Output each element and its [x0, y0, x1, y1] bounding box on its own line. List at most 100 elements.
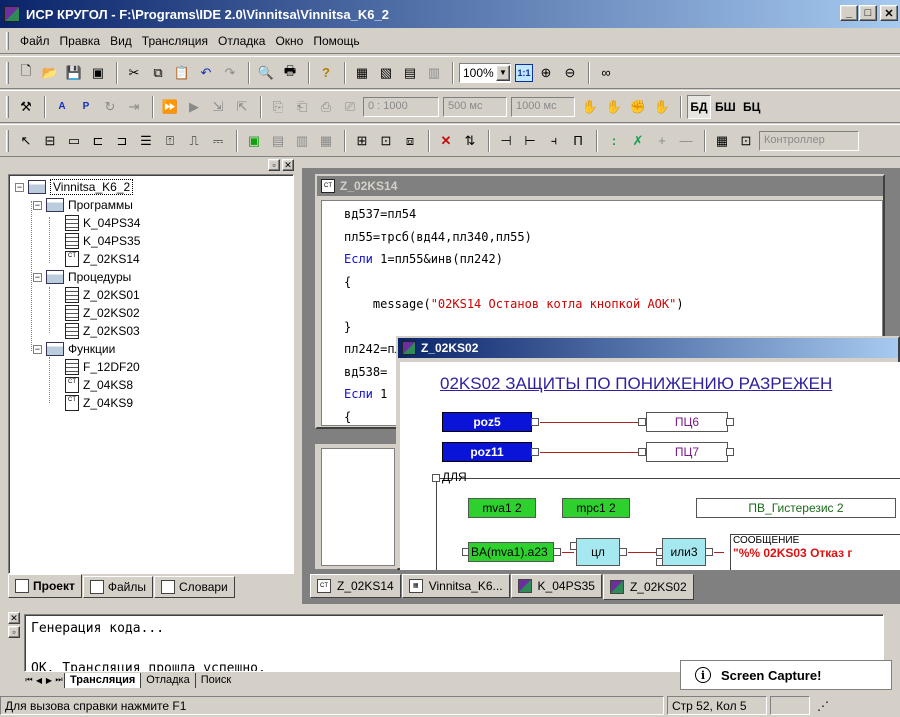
- breakpoint-1-icon[interactable]: ⎘: [267, 96, 289, 118]
- port[interactable]: [638, 448, 646, 456]
- tree-item[interactable]: CT Z_04KS9: [65, 395, 133, 411]
- print-preview-icon[interactable]: 🔍: [255, 62, 277, 84]
- arrow-up-icon[interactable]: ⍐: [159, 130, 181, 152]
- input-block-poz11[interactable]: poz11: [442, 442, 532, 462]
- step-icon[interactable]: ⇥: [123, 96, 145, 118]
- tab-doc-z02ks02[interactable]: Z_02KS02: [602, 574, 694, 600]
- port[interactable]: [531, 448, 539, 456]
- tree-item[interactable]: CT Z_04KS8: [65, 377, 133, 393]
- help-question-icon[interactable]: ?: [315, 62, 337, 84]
- collapse-icon[interactable]: −: [33, 200, 42, 210]
- refresh-icon[interactable]: ↻: [99, 96, 121, 118]
- step-line-2-icon[interactable]: ⎓: [207, 130, 229, 152]
- translate-a-icon[interactable]: A: [51, 96, 73, 118]
- code-window-title[interactable]: CT Z_02KS14: [317, 176, 883, 196]
- toolbar-grip[interactable]: [6, 61, 9, 84]
- chevron-down-icon[interactable]: ▼: [496, 64, 510, 81]
- tree-group-functions[interactable]: − Функции: [33, 341, 115, 357]
- print-icon[interactable]: 🖶: [279, 62, 301, 84]
- tree-group-procedures[interactable]: − Процедуры: [33, 269, 131, 285]
- run-fast-icon[interactable]: ⏩: [159, 96, 181, 118]
- window-tile-icon[interactable]: ▥: [423, 62, 445, 84]
- port[interactable]: [705, 548, 713, 556]
- port[interactable]: [638, 418, 646, 426]
- hammer-icon[interactable]: ⚒: [15, 96, 37, 118]
- block-2-icon[interactable]: ▭: [63, 130, 85, 152]
- message-block[interactable]: СООБЩЕНИЕ "%% 02KS03 Отказ г: [730, 534, 900, 570]
- bit-in-icon[interactable]: ⊣: [495, 130, 517, 152]
- controller-frame-icon[interactable]: ⊡: [735, 130, 757, 152]
- background-window[interactable]: [315, 444, 401, 569]
- hand-grab-icon[interactable]: ✊: [627, 96, 649, 118]
- tree-item[interactable]: Z_02KS02: [65, 305, 140, 321]
- panel-restore-icon[interactable]: ▫: [268, 159, 280, 171]
- hysteresis-block[interactable]: ПВ_Гистерезис 2: [696, 498, 896, 518]
- bd-toggle[interactable]: БД: [687, 94, 711, 119]
- save-all-icon[interactable]: ▣: [87, 62, 109, 84]
- controller-grid-icon[interactable]: ▦: [711, 130, 733, 152]
- close-button[interactable]: ✕: [880, 5, 898, 21]
- period-field-1[interactable]: 500 мс: [443, 96, 507, 117]
- tab-dictionaries[interactable]: Словари: [153, 576, 235, 598]
- delete-icon[interactable]: ✕: [435, 130, 457, 152]
- tab-search[interactable]: Поиск: [194, 672, 236, 688]
- new-file-icon[interactable]: 🗋: [15, 62, 37, 84]
- breakpoint-3-icon[interactable]: ⎙: [315, 96, 337, 118]
- undo-icon[interactable]: ↶: [195, 62, 217, 84]
- copy-icon[interactable]: ⧉: [147, 62, 169, 84]
- diagram-window[interactable]: Z_02KS02 02KS02 ЗАЩИТЫ ПО ПОНИЖЕНИЮ РАЗР…: [396, 336, 900, 570]
- pointer-icon[interactable]: ↖: [15, 130, 37, 152]
- zoom-actual-icon[interactable]: 1:1: [515, 63, 533, 82]
- menu-translation[interactable]: Трансляция: [137, 32, 213, 50]
- tree-item[interactable]: Z_02KS03: [65, 323, 140, 339]
- menu-window[interactable]: Окно: [270, 32, 308, 50]
- cut-icon[interactable]: ✂: [123, 62, 145, 84]
- input-block-poz5[interactable]: poz5: [442, 412, 532, 432]
- hand-stop-icon[interactable]: ✋: [603, 96, 625, 118]
- save-icon[interactable]: 💾: [63, 62, 85, 84]
- maximize-button[interactable]: □: [859, 5, 877, 21]
- bit-out-icon[interactable]: ⊢: [519, 130, 541, 152]
- image-edit-icon[interactable]: ▧: [375, 62, 397, 84]
- port[interactable]: [553, 548, 561, 556]
- step-over-icon[interactable]: ⇱: [231, 96, 253, 118]
- breakpoint-2-icon[interactable]: ⎗: [291, 96, 313, 118]
- op-block-or3[interactable]: или3: [662, 538, 706, 566]
- open-folder-icon[interactable]: 📂: [39, 62, 61, 84]
- breakpoint-4-icon[interactable]: ⎚: [339, 96, 361, 118]
- tab-files[interactable]: Файлы: [82, 576, 153, 598]
- output-block-pc6[interactable]: ПЦ6: [646, 412, 728, 432]
- bsh-toggle[interactable]: БШ: [713, 95, 738, 119]
- controller-field[interactable]: Контроллер: [759, 130, 859, 151]
- tree-item[interactable]: K_04PS34: [65, 215, 140, 231]
- step-into-icon[interactable]: ⇲: [207, 96, 229, 118]
- image-icon[interactable]: ⧈: [399, 130, 421, 152]
- green-block-mpc1[interactable]: mpc1 2: [562, 498, 630, 518]
- port[interactable]: [726, 448, 734, 456]
- tree-item[interactable]: K_04PS35: [65, 233, 140, 249]
- align-icon[interactable]: ⇅: [459, 130, 481, 152]
- cross-delete-icon[interactable]: ✗: [627, 130, 649, 152]
- menu-edit[interactable]: Правка: [55, 32, 106, 50]
- block-dis-2-icon[interactable]: ▥: [291, 130, 313, 152]
- tree-group-programs[interactable]: − Программы: [33, 197, 133, 213]
- port[interactable]: [619, 548, 627, 556]
- collapse-icon[interactable]: −: [33, 272, 42, 282]
- paste-icon[interactable]: 📋: [171, 62, 193, 84]
- tree-item[interactable]: F_12DF20: [65, 359, 140, 375]
- hand-pan-icon[interactable]: ✋: [651, 96, 673, 118]
- frame-icon[interactable]: ⊡: [375, 130, 397, 152]
- port[interactable]: [726, 418, 734, 426]
- hand-icon[interactable]: ✋: [579, 96, 601, 118]
- bit-2-icon[interactable]: ⫞: [543, 130, 565, 152]
- diagram-canvas[interactable]: 02KS02 ЗАЩИТЫ ПО ПОНИЖЕНИЮ РАЗРЕЖЕН poz5…: [400, 362, 900, 570]
- bc-toggle[interactable]: БЦ: [740, 95, 764, 119]
- redo-icon[interactable]: ↷: [219, 62, 241, 84]
- port[interactable]: [432, 474, 440, 482]
- green-block-ba[interactable]: BA(mva1).a23: [468, 542, 554, 562]
- menu-file[interactable]: Файл: [15, 32, 55, 50]
- menu-grip[interactable]: [6, 31, 9, 50]
- toolbar-grip[interactable]: [6, 95, 9, 118]
- block-green-icon[interactable]: ▣: [243, 130, 265, 152]
- block-5-icon[interactable]: ☰: [135, 130, 157, 152]
